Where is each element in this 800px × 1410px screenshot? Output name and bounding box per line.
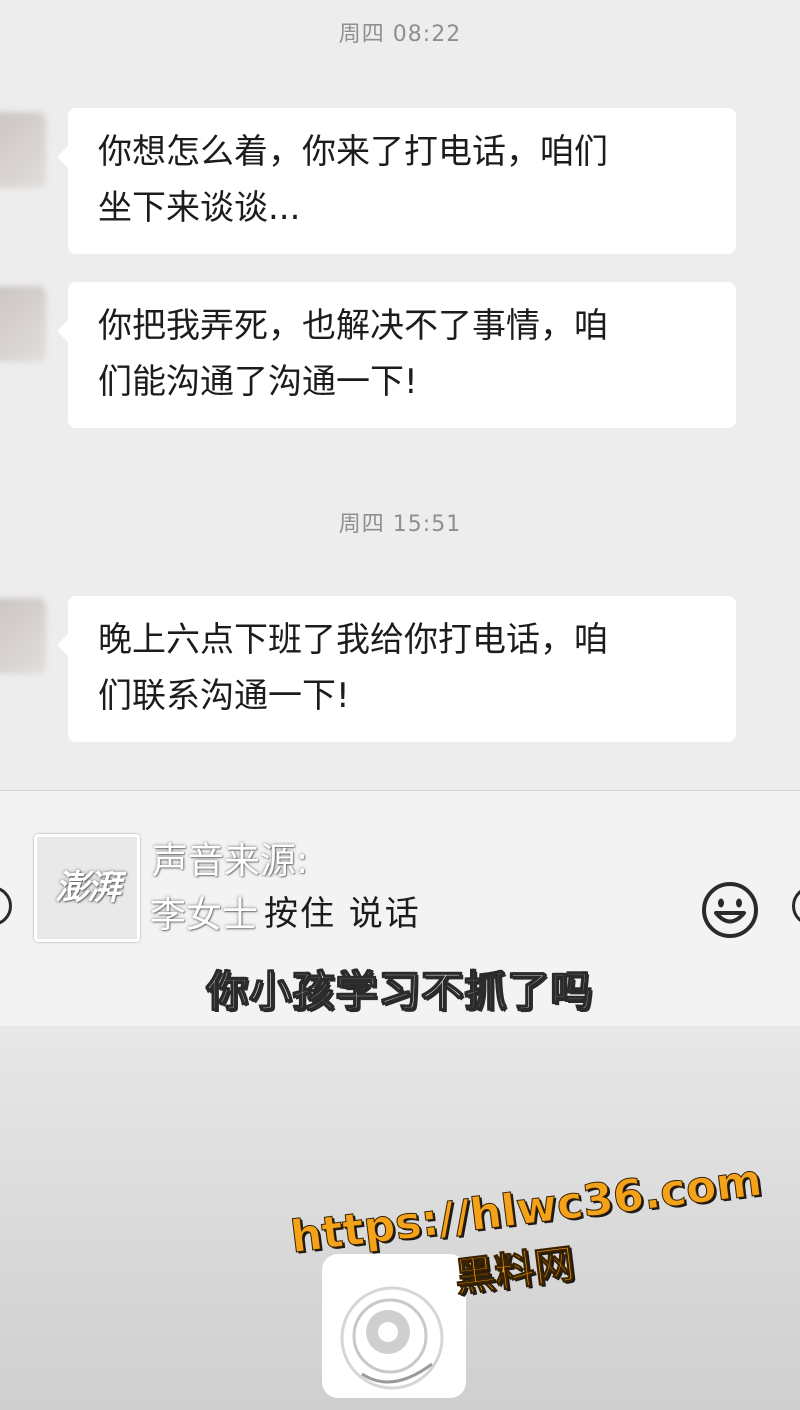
hold-to-talk-button[interactable]: 按住 说话 bbox=[264, 886, 421, 935]
news-source-logo: 澎湃 bbox=[34, 834, 140, 942]
timestamp: 周四 15:51 bbox=[338, 512, 462, 537]
message-bubble[interactable]: 晚上六点下班了我给你打电话，咱 们联系沟通一下! bbox=[57, 596, 736, 742]
divider bbox=[0, 790, 800, 791]
source-name: 李女士 bbox=[150, 895, 259, 936]
timestamp: 周四 08:22 bbox=[338, 22, 462, 47]
message-text-line: 晚上六点下班了我给你打电话，咱 bbox=[98, 620, 608, 660]
message-bubble[interactable]: 你想怎么着，你来了打电话，咱们 坐下来谈谈... bbox=[57, 108, 736, 254]
message-text-line: 你把我弄死，也解决不了事情，咱 bbox=[98, 306, 608, 346]
source-label: 声音来源: bbox=[152, 841, 309, 882]
message-text-line: 坐下来谈谈... bbox=[98, 188, 301, 228]
emoji-icon[interactable] bbox=[700, 880, 760, 940]
avatar[interactable] bbox=[0, 112, 46, 188]
video-subtitle: 你小孩学习不抓了吗 bbox=[206, 966, 594, 1017]
message-text-line: 们能沟通了沟通一下! bbox=[98, 362, 418, 402]
message-text-line: 们联系沟通一下! bbox=[98, 676, 350, 716]
message-text-line: 你想怎么着，你来了打电话，咱们 bbox=[98, 132, 608, 172]
avatar[interactable] bbox=[0, 286, 46, 362]
avatar[interactable] bbox=[0, 598, 46, 674]
message-bubble[interactable]: 你把我弄死，也解决不了事情，咱 们能沟通了沟通一下! bbox=[57, 282, 736, 428]
